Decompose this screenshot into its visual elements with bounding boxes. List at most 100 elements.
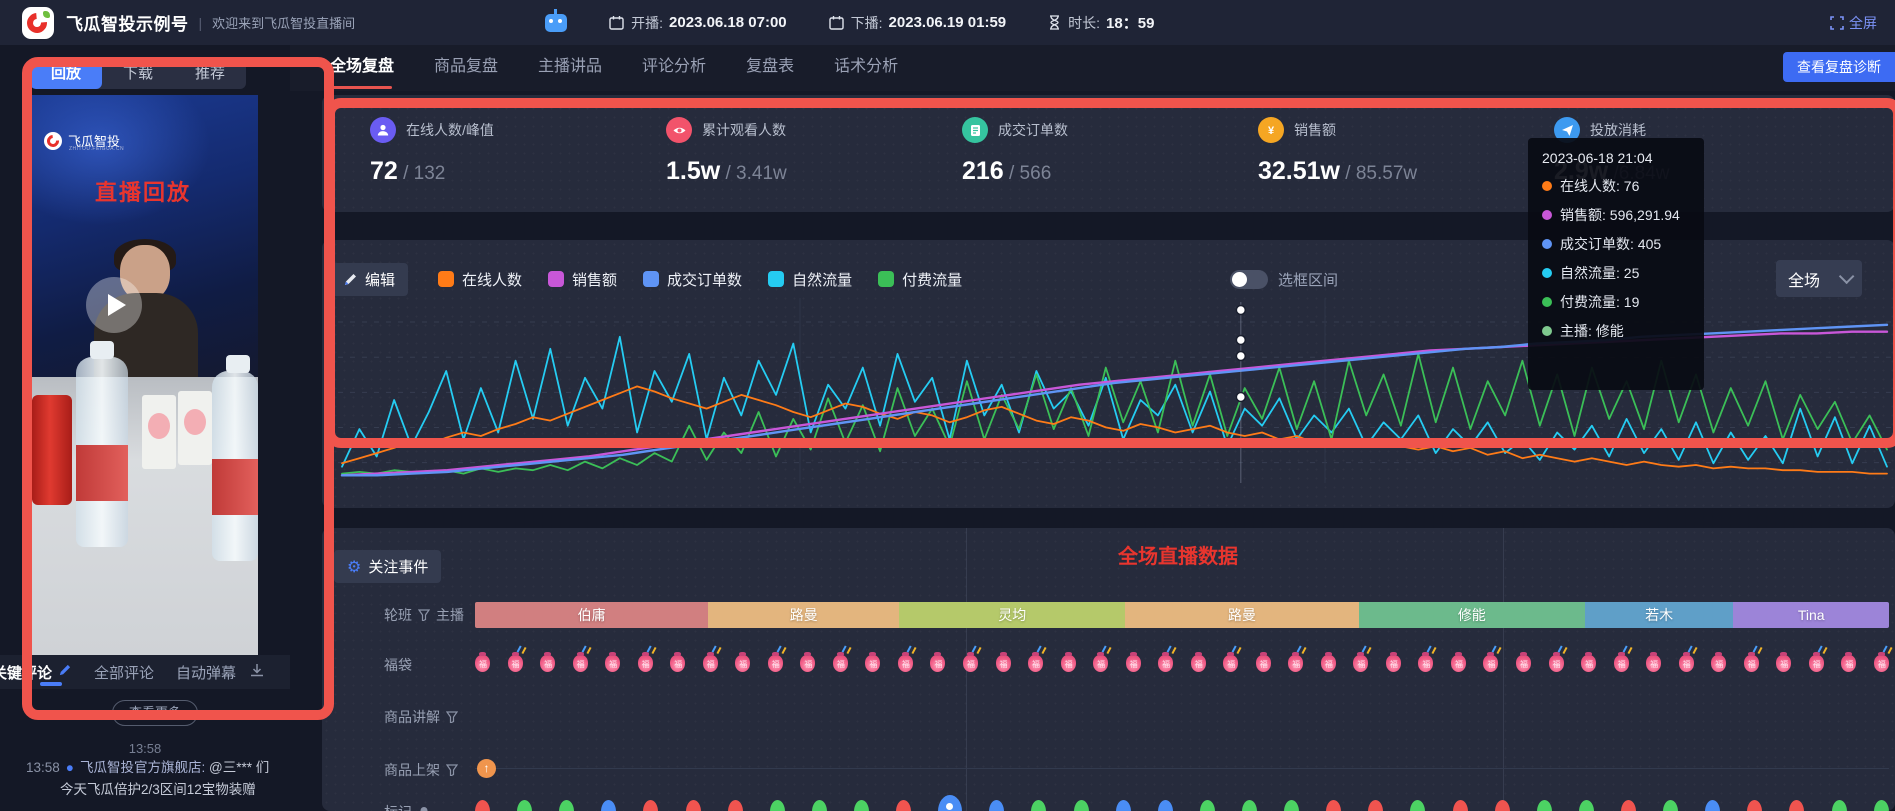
shift-segment[interactable]: 伯庸: [475, 602, 708, 628]
legend-item[interactable]: 自然流量: [768, 269, 852, 290]
lucky-bag-icon[interactable]: [963, 655, 978, 672]
mark-pin[interactable]: [1242, 800, 1257, 811]
shift-segment[interactable]: 灵均: [899, 602, 1125, 628]
mark-pin[interactable]: [559, 800, 574, 811]
lucky-bag-icon[interactable]: [1093, 655, 1108, 672]
mark-pin[interactable]: [1495, 800, 1510, 811]
mark-pin[interactable]: [1031, 800, 1046, 811]
lucky-bag-icon[interactable]: [1028, 655, 1043, 672]
comment-tab-2[interactable]: 全部评论: [94, 662, 154, 683]
mark-pin[interactable]: [770, 800, 785, 811]
lucky-bag-icon[interactable]: [703, 655, 718, 672]
follow-events-button[interactable]: ⚙ 关注事件: [334, 550, 441, 583]
mark-pin[interactable]: [1116, 800, 1131, 811]
lucky-bag-icon[interactable]: [865, 655, 880, 672]
toggle-switch[interactable]: [1230, 270, 1268, 289]
lucky-bag-icon[interactable]: [1744, 655, 1759, 672]
lucky-bag-icon[interactable]: [1483, 655, 1498, 672]
mark-pin[interactable]: [475, 800, 490, 811]
mark-pin[interactable]: [1410, 800, 1425, 811]
lucky-bag-icon[interactable]: [1061, 655, 1076, 672]
play-button[interactable]: [86, 277, 142, 333]
lucky-bag-icon[interactable]: [1679, 655, 1694, 672]
tab-2[interactable]: 商品复盘: [434, 45, 498, 91]
lucky-bag-icon[interactable]: [1874, 655, 1889, 672]
video-tab-1[interactable]: 回放: [30, 58, 102, 89]
tab-5[interactable]: 复盘表: [746, 45, 794, 91]
mark-pin[interactable]: [1705, 800, 1720, 811]
edit-metrics-button[interactable]: 编辑: [330, 263, 408, 296]
mark-pin[interactable]: [989, 800, 1004, 811]
mark-pin[interactable]: [1326, 800, 1341, 811]
mark-pin[interactable]: [812, 800, 827, 811]
lucky-bag-icon[interactable]: [800, 655, 815, 672]
lucky-bag-icon[interactable]: [1353, 655, 1368, 672]
shelf-event-icon[interactable]: ↑: [477, 759, 496, 778]
lucky-bag-icon[interactable]: [1581, 655, 1596, 672]
shift-segment[interactable]: 修能: [1359, 602, 1585, 628]
mark-pin[interactable]: [1621, 800, 1636, 811]
mark-pin[interactable]: [517, 800, 532, 811]
mark-pin[interactable]: [1200, 800, 1215, 811]
lucky-bag-icon[interactable]: [475, 655, 490, 672]
lucky-bag-icon[interactable]: [1256, 655, 1271, 672]
mark-pin[interactable]: [1663, 800, 1678, 811]
video-tab-3[interactable]: 推荐: [174, 58, 246, 89]
lucky-bag-icon[interactable]: [1126, 655, 1141, 672]
tab-4[interactable]: 评论分析: [642, 45, 706, 91]
mark-pin[interactable]: [643, 800, 658, 811]
lucky-bag-icon[interactable]: [1451, 655, 1466, 672]
lucky-bag-icon[interactable]: [1646, 655, 1661, 672]
legend-item[interactable]: 销售额: [548, 269, 617, 290]
mark-pin[interactable]: [1284, 800, 1299, 811]
shift-segment[interactable]: 路曼: [708, 602, 899, 628]
video-tab-2[interactable]: 下载: [102, 58, 174, 89]
lucky-bag-icon[interactable]: [1418, 655, 1433, 672]
lucky-bag-icon[interactable]: [1614, 655, 1629, 672]
lucky-bag-icon[interactable]: [1711, 655, 1726, 672]
mark-pin[interactable]: [728, 800, 743, 811]
lucky-bag-icon[interactable]: [670, 655, 685, 672]
lucky-bag-icon[interactable]: [1158, 655, 1173, 672]
legend-item[interactable]: 付费流量: [878, 269, 962, 290]
lucky-bag-icon[interactable]: [1191, 655, 1206, 672]
filter-icon[interactable]: [446, 764, 458, 776]
lucky-bag-icon[interactable]: [1841, 655, 1856, 672]
lucky-bag-icon[interactable]: [605, 655, 620, 672]
filter-icon[interactable]: [446, 711, 458, 723]
lucky-bag-icon[interactable]: [508, 655, 523, 672]
mark-pin[interactable]: [1537, 800, 1552, 811]
lucky-bag-icon[interactable]: [573, 655, 588, 672]
view-diagnosis-button[interactable]: 查看复盘诊断: [1783, 52, 1895, 82]
shift-segment[interactable]: Tina: [1733, 602, 1889, 628]
lucky-bag-icon[interactable]: [1809, 655, 1824, 672]
tab-3[interactable]: 主播讲品: [538, 45, 602, 91]
mark-pin[interactable]: [1789, 800, 1804, 811]
legend-item[interactable]: 成交订单数: [643, 269, 742, 290]
comment-tab-3[interactable]: 自动弹幕: [176, 662, 236, 683]
lucky-bag-icon[interactable]: [1549, 655, 1564, 672]
lucky-bag-icon[interactable]: [1386, 655, 1401, 672]
lucky-bag-icon[interactable]: [996, 655, 1011, 672]
tab-1[interactable]: 全场复盘: [330, 45, 394, 91]
mark-pin[interactable]: [1368, 800, 1383, 811]
mark-pin[interactable]: [686, 800, 701, 811]
lucky-bag-icon[interactable]: [898, 655, 913, 672]
lucky-bag-icon[interactable]: [735, 655, 750, 672]
filter-icon[interactable]: [418, 609, 430, 621]
shift-segment[interactable]: 路曼: [1125, 602, 1358, 628]
lucky-bag-icon[interactable]: [1516, 655, 1531, 672]
lucky-bag-icon[interactable]: [1288, 655, 1303, 672]
legend-item[interactable]: 在线人数: [438, 269, 522, 290]
comment-tab-1[interactable]: 关键评论: [0, 662, 52, 683]
lucky-bag-icon[interactable]: [540, 655, 555, 672]
mark-pin[interactable]: [601, 800, 616, 811]
lucky-bag-icon[interactable]: [1321, 655, 1336, 672]
range-select-toggle[interactable]: 选框区间: [1230, 269, 1338, 290]
tab-6[interactable]: 话术分析: [834, 45, 898, 91]
mark-pin[interactable]: [896, 800, 911, 811]
download-comments-icon[interactable]: [250, 663, 264, 681]
lucky-bag-icon[interactable]: [930, 655, 945, 672]
scope-dropdown[interactable]: 全场: [1776, 260, 1862, 297]
mark-pin[interactable]: [1747, 800, 1762, 811]
